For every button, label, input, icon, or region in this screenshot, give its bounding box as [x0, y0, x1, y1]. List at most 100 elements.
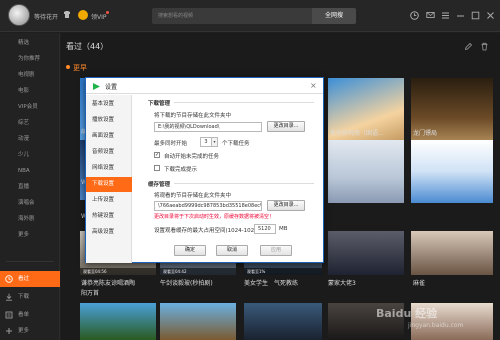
section-title: 更早 — [73, 64, 87, 72]
max-space-unit: MB — [279, 226, 288, 232]
watermark-url: jingyan.baidu.com — [408, 322, 464, 329]
maximize-icon[interactable] — [471, 11, 480, 20]
video-title[interactable]: 名侦探柯南（国语... — [330, 128, 384, 137]
download-path-label: 将下载的节目存储在此文件夹中 — [154, 113, 232, 119]
dialog-title: 设置 — [105, 84, 118, 91]
cache-change-dir-button[interactable]: 更改目录... — [267, 200, 305, 211]
cache-warning: 更改目录将于下次启动时生效，原缓存数据将被清空！ — [154, 214, 275, 220]
video-thumbnail[interactable] — [80, 303, 156, 340]
plus-icon — [6, 328, 12, 334]
stepper-arrow-icon[interactable]: ▾ — [212, 137, 218, 147]
ok-button[interactable]: 确定 — [174, 245, 206, 256]
video-thumbnail[interactable] — [411, 231, 493, 275]
sidebar-item-variety[interactable]: 综艺 — [0, 115, 60, 131]
sidebar-item-anime[interactable]: 动漫 — [0, 131, 60, 147]
progress-label: 观看至04:42 — [160, 268, 236, 275]
sidebar-item-kids[interactable]: 少儿 — [0, 147, 60, 163]
apply-button[interactable]: 应用 — [260, 245, 292, 256]
edit-icon[interactable] — [464, 42, 473, 51]
sidebar-item-nba[interactable]: NBA — [0, 163, 60, 179]
video-title[interactable]: 麻雀 — [413, 278, 425, 287]
sidebar-item-label: 看单 — [18, 312, 30, 318]
sidebar-item-more[interactable]: 更多 — [0, 227, 60, 243]
download-icon — [6, 293, 12, 301]
sidebar-item-overseas[interactable]: 海外剧 — [0, 211, 60, 227]
app-logo-icon — [93, 83, 100, 90]
max-tasks-suffix: 个下载任务 — [222, 141, 250, 147]
video-thumbnail[interactable] — [160, 303, 236, 340]
max-space-input[interactable]: 5120 — [254, 224, 276, 234]
sidebar-item-movie[interactable]: 电影 — [0, 83, 60, 99]
video-thumbnail[interactable] — [411, 140, 493, 203]
video-title[interactable]: 美女学生 气死教练 — [244, 278, 298, 287]
complete-notice-label: 下载完成提示 — [164, 167, 198, 173]
sidebar-item-featured[interactable]: 精选 — [0, 35, 60, 51]
nav-hotkeys[interactable]: 热键设置 — [86, 209, 132, 224]
sidebar-item-history[interactable]: 看过 — [0, 271, 60, 287]
divider — [174, 183, 314, 184]
video-title[interactable]: 龙门镖局 — [413, 128, 437, 137]
nav-audio[interactable]: 音频设置 — [86, 145, 132, 160]
download-heading: 下载管理 — [148, 101, 171, 107]
dialog-close-icon[interactable]: × — [310, 81, 317, 90]
minimize-icon[interactable] — [456, 11, 465, 20]
max-space-label: 设置观看缓存的最大占用空间(1024-10240) — [154, 228, 264, 234]
trash-icon[interactable] — [480, 42, 489, 51]
progress-label: 观看至04:56 — [80, 268, 156, 275]
sidebar-item-tv[interactable]: 电视剧 — [0, 67, 60, 83]
sidebar-item-live[interactable]: 直播 — [0, 179, 60, 195]
video-thumbnail[interactable] — [244, 303, 322, 340]
nav-basic[interactable]: 基本设置 — [86, 97, 132, 112]
video-title[interactable]: 阳万首 — [81, 288, 99, 297]
sidebar-item-concert[interactable]: 演唱会 — [0, 195, 60, 211]
close-icon[interactable] — [486, 11, 495, 20]
max-tasks-stepper[interactable]: 3 — [200, 137, 212, 147]
search-button[interactable]: 全网搜 — [312, 8, 356, 24]
settings-nav: 基本设置 播放设置 画面设置 音频设置 网络设置 下载设置 上传设置 热键设置 … — [86, 95, 132, 263]
nav-download[interactable]: 下载设置 — [86, 177, 132, 192]
sidebar-item-watchlist[interactable]: 看单 — [0, 307, 60, 323]
shirt-icon[interactable] — [63, 11, 71, 18]
vip-icon[interactable] — [78, 10, 88, 20]
top-bar: 等待花开 领VIP 搜索想看的视频 全网搜 — [0, 0, 500, 32]
sidebar-item-vip[interactable]: VIP会员 — [0, 99, 60, 115]
sidebar-item-label: 更多 — [18, 328, 30, 334]
vip-link[interactable]: 领VIP — [91, 12, 107, 21]
sidebar-item-label: 看过 — [18, 276, 30, 282]
download-change-dir-button[interactable]: 更改目录... — [267, 121, 305, 132]
sidebar-item-download[interactable]: 下载 — [0, 289, 60, 305]
sidebar-item-more-bottom[interactable]: 更多 — [0, 323, 60, 339]
nav-picture[interactable]: 画面设置 — [86, 129, 132, 144]
avatar[interactable] — [8, 4, 30, 26]
page-title: 看过（44） — [66, 42, 109, 51]
divider — [174, 102, 314, 103]
clock-icon[interactable] — [410, 11, 419, 20]
progress-label: 观看至1% — [244, 268, 322, 275]
username[interactable]: 等待花开 — [34, 12, 58, 21]
nav-upload[interactable]: 上传设置 — [86, 193, 132, 208]
sidebar-item-recommended[interactable]: 为你推荐 — [0, 51, 60, 67]
nav-playback[interactable]: 播放设置 — [86, 113, 132, 128]
nav-advanced[interactable]: 高级设置 — [86, 225, 132, 240]
sidebar-divider — [6, 261, 54, 262]
video-thumbnail[interactable] — [328, 140, 404, 203]
video-title[interactable]: 谦恭亮陈友谅喝酒陶 — [81, 278, 135, 287]
notification-dot — [106, 11, 109, 14]
search-input[interactable]: 搜索想看的视频 — [152, 8, 312, 24]
video-title[interactable]: 蒙家大佬3 — [328, 278, 356, 287]
sidebar: 精选 为你推荐 电视剧 电影 VIP会员 综艺 动漫 少儿 NBA 直播 演唱会… — [0, 33, 60, 340]
cache-path-field[interactable]: \766aeabd9999dc987853bd35518e08ec\ — [154, 201, 262, 211]
download-path-field[interactable]: E:\我的视频\QLDownload\ — [154, 122, 262, 132]
complete-notice-checkbox[interactable] — [154, 165, 160, 171]
message-icon[interactable] — [426, 11, 435, 20]
section-dot — [66, 65, 70, 69]
dialog-titlebar[interactable]: 设置 × — [86, 78, 323, 94]
cancel-button[interactable]: 取消 — [216, 245, 248, 256]
auto-start-checkbox[interactable]: ✓ — [154, 152, 160, 158]
settings-dialog: 设置 × 基本设置 播放设置 画面设置 音频设置 网络设置 下载设置 上传设置 … — [85, 77, 324, 263]
cache-heading: 缓存管理 — [148, 182, 171, 188]
nav-network[interactable]: 网络设置 — [86, 161, 132, 176]
menu-icon[interactable] — [441, 11, 450, 20]
video-thumbnail[interactable] — [328, 231, 404, 275]
video-title[interactable]: 午剑谈毅玻(秒拍剧) — [160, 278, 213, 287]
